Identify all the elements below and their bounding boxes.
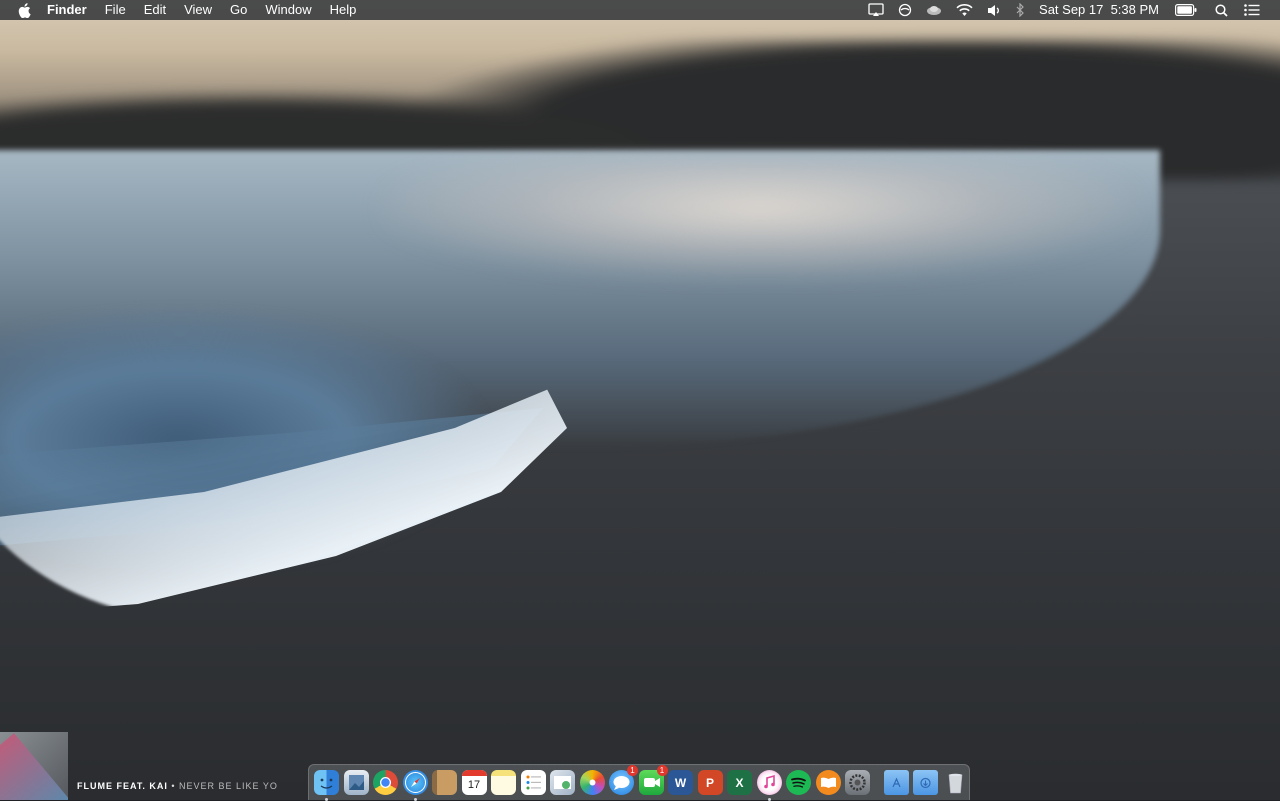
dock-contacts-icon[interactable] bbox=[432, 770, 457, 795]
dock-image-capture-icon[interactable] bbox=[550, 770, 575, 795]
desktop-wallpaper bbox=[0, 0, 1280, 800]
word-letter: W bbox=[674, 775, 687, 790]
menu-clock[interactable]: Sat Sep 17 5:38 PM bbox=[1039, 0, 1159, 20]
apple-menu-icon[interactable] bbox=[18, 2, 31, 18]
now-playing-track: NEVER BE LIKE YO bbox=[179, 781, 278, 791]
dock-word-icon[interactable]: W bbox=[668, 770, 693, 795]
battery-icon[interactable] bbox=[1175, 4, 1197, 16]
wallpaper-glow bbox=[380, 160, 1140, 280]
now-playing-artist: FLUME FEAT. KAI bbox=[77, 781, 168, 791]
dock-preview-icon[interactable] bbox=[343, 770, 369, 795]
dock-finder-icon[interactable] bbox=[314, 770, 339, 801]
menu-finder[interactable]: Finder bbox=[47, 0, 87, 20]
spotlight-icon[interactable] bbox=[1215, 3, 1228, 17]
dock-photos-icon[interactable] bbox=[579, 770, 605, 795]
dock-safari-icon[interactable] bbox=[402, 770, 428, 801]
dock-chrome-icon[interactable] bbox=[373, 770, 398, 795]
dock-messages-icon[interactable]: 1 bbox=[609, 765, 638, 795]
dock-facetime-icon[interactable]: 1 bbox=[638, 765, 668, 795]
sync-icon[interactable] bbox=[898, 3, 912, 17]
now-playing-separator: • bbox=[171, 781, 176, 791]
menu-window[interactable]: Window bbox=[265, 0, 311, 20]
dock-ibooks-icon[interactable] bbox=[815, 770, 841, 795]
excel-letter: X bbox=[735, 775, 744, 790]
dock-spotify-icon[interactable] bbox=[786, 770, 811, 795]
dock-powerpoint-icon[interactable]: P bbox=[697, 770, 723, 795]
dock-downloads-folder-icon[interactable] bbox=[913, 770, 938, 795]
menu-help[interactable]: Help bbox=[330, 0, 357, 20]
airplay-icon[interactable] bbox=[868, 3, 884, 17]
volume-icon[interactable] bbox=[987, 4, 1002, 17]
menu-view[interactable]: View bbox=[184, 0, 212, 20]
calendar-date: 17 bbox=[467, 779, 481, 791]
facetime-badge: 1 bbox=[656, 765, 668, 776]
menu-edit[interactable]: Edit bbox=[144, 0, 166, 20]
powerpoint-letter: P bbox=[705, 775, 714, 790]
dock-trash-icon[interactable] bbox=[943, 770, 968, 795]
menu-bar: Finder File Edit View Go Window Help Sat… bbox=[0, 0, 1280, 20]
dock-reminders-icon[interactable] bbox=[520, 770, 546, 795]
dock: 17 1 1 W P X bbox=[308, 764, 970, 801]
dock-itunes-icon[interactable] bbox=[756, 770, 782, 801]
dock-system-preferences-icon[interactable] bbox=[845, 770, 870, 795]
dock-calendar-icon[interactable]: 17 bbox=[461, 770, 487, 795]
menu-go[interactable]: Go bbox=[230, 0, 247, 20]
dock-excel-icon[interactable]: X bbox=[727, 770, 752, 795]
menu-file[interactable]: File bbox=[105, 0, 126, 20]
now-playing-album-art[interactable] bbox=[0, 732, 68, 800]
notification-center-icon[interactable] bbox=[1244, 4, 1260, 16]
bluetooth-icon[interactable] bbox=[1016, 3, 1025, 17]
messages-badge: 1 bbox=[627, 765, 638, 776]
now-playing-text: FLUME FEAT. KAI • NEVER BE LIKE YO bbox=[77, 781, 278, 791]
wifi-icon[interactable] bbox=[956, 3, 973, 17]
cloud-icon[interactable] bbox=[926, 4, 942, 16]
dock-notes-icon[interactable] bbox=[491, 770, 516, 795]
dock-applications-folder-icon[interactable] bbox=[883, 770, 909, 795]
